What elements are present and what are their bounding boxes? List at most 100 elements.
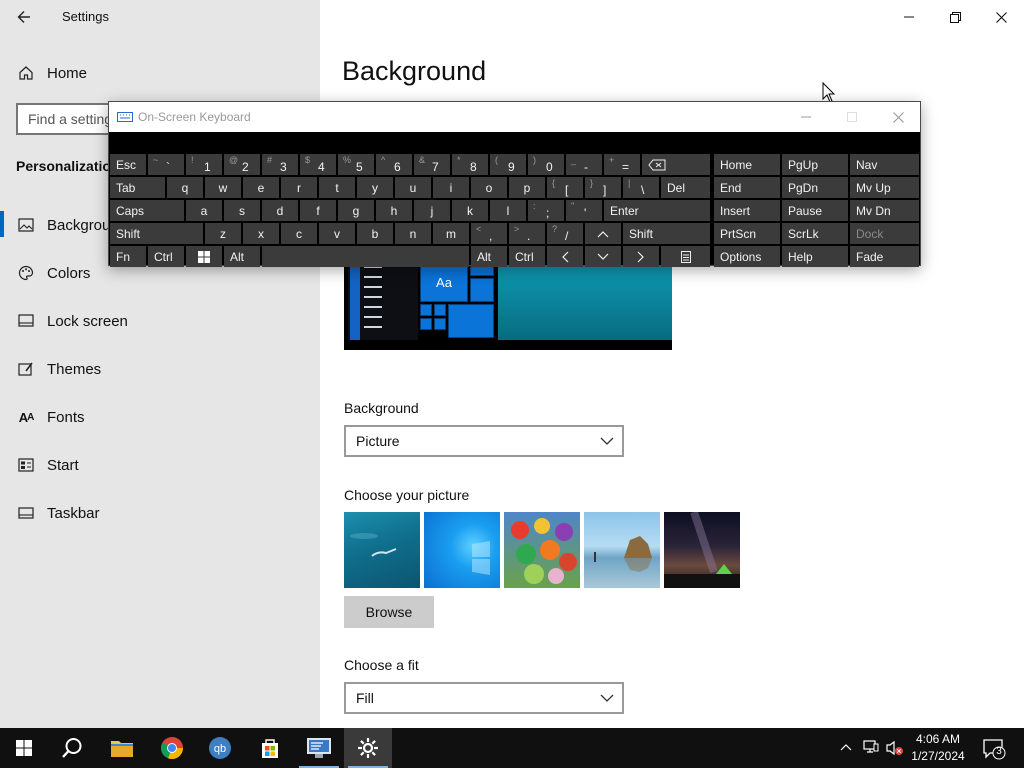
key-d[interactable]: d <box>262 200 298 221</box>
key-x[interactable]: x <box>243 223 279 244</box>
key-6[interactable]: ^ 6 <box>376 154 412 175</box>
key-menu[interactable] <box>661 246 710 267</box>
key-fade[interactable]: Fade <box>850 246 919 267</box>
picture-thumbnail-night-sky[interactable] <box>664 512 740 588</box>
chevron-up-icon[interactable] <box>840 742 852 752</box>
key-y[interactable]: y <box>357 177 393 198</box>
key-semicolon[interactable]: :; <box>528 200 564 221</box>
network-icon[interactable] <box>863 740 879 754</box>
sidebar-item-fonts[interactable]: AA Fonts <box>0 397 320 437</box>
sidebar-item-home[interactable]: Home <box>0 53 320 93</box>
key-3[interactable]: #3 <box>262 154 298 175</box>
key-m[interactable]: m <box>433 223 469 244</box>
restore-button[interactable] <box>932 2 978 32</box>
taskbar-clock[interactable]: 4:06 AM 1/27/2024 <box>906 731 970 765</box>
sidebar-item-themes[interactable]: Themes <box>0 349 320 389</box>
key-p[interactable]: p <box>509 177 545 198</box>
key-q[interactable]: q <box>167 177 203 198</box>
key-i[interactable]: i <box>433 177 469 198</box>
sidebar-item-taskbar[interactable]: Taskbar <box>0 493 320 533</box>
key-shift-right[interactable]: Shift <box>623 223 710 244</box>
taskbar-settings[interactable] <box>344 728 392 768</box>
osk-close-button[interactable] <box>875 102 921 132</box>
key-help[interactable]: Help <box>782 246 848 267</box>
key-home[interactable]: Home <box>714 154 780 175</box>
key-arrow-right[interactable] <box>623 246 659 267</box>
key-open-bracket[interactable]: {[ <box>547 177 583 198</box>
key-del[interactable]: Del <box>661 177 710 198</box>
picture-thumbnail-windows[interactable] <box>424 512 500 588</box>
key-k[interactable]: k <box>452 200 488 221</box>
background-dropdown[interactable]: Picture <box>344 425 624 457</box>
browse-button[interactable]: Browse <box>344 596 434 628</box>
picture-thumbnail-characters[interactable] <box>504 512 580 588</box>
key-g[interactable]: g <box>338 200 374 221</box>
key-alt-right[interactable]: Alt <box>471 246 507 267</box>
key-n[interactable]: n <box>395 223 431 244</box>
key-caps[interactable]: Caps <box>110 200 184 221</box>
key-pause[interactable]: Pause <box>782 200 848 221</box>
key-slash[interactable]: ? / <box>547 223 583 244</box>
key-options[interactable]: Options <box>714 246 780 267</box>
taskbar-microsoft-store[interactable] <box>246 728 294 768</box>
osk-maximize-button[interactable] <box>829 102 875 132</box>
key-minus[interactable]: _ - <box>566 154 602 175</box>
key-close-bracket[interactable]: }] <box>585 177 621 198</box>
key-enter[interactable]: Enter <box>604 200 710 221</box>
sidebar-item-lock-screen[interactable]: Lock screen <box>0 301 320 341</box>
key-s[interactable]: s <box>224 200 260 221</box>
key-arrow-left[interactable] <box>547 246 583 267</box>
start-button[interactable] <box>0 728 48 768</box>
key-t[interactable]: t <box>319 177 355 198</box>
key-9[interactable]: (9 <box>490 154 526 175</box>
close-button[interactable] <box>978 2 1024 32</box>
key-mv-up[interactable]: Mv Up <box>850 177 919 198</box>
key-z[interactable]: z <box>205 223 241 244</box>
key-scrlk[interactable]: ScrLk <box>782 223 848 244</box>
key-insert[interactable]: Insert <box>714 200 780 221</box>
action-center-button[interactable]: 3 <box>982 736 1006 760</box>
key-esc[interactable]: Esc <box>110 154 146 175</box>
key-8[interactable]: * 8 <box>452 154 488 175</box>
key-backslash[interactable]: | \ <box>623 177 659 198</box>
taskbar-file-explorer[interactable] <box>98 728 146 768</box>
key-0[interactable]: ) 0 <box>528 154 564 175</box>
key-5[interactable]: % 5 <box>338 154 374 175</box>
key-backtick[interactable]: ~ ` <box>148 154 184 175</box>
key-mv-dn[interactable]: Mv Dn <box>850 200 919 221</box>
key-l[interactable]: l <box>490 200 526 221</box>
key-equals[interactable]: + = <box>604 154 640 175</box>
key-space[interactable] <box>262 246 469 267</box>
key-nav[interactable]: Nav <box>850 154 919 175</box>
key-shift-left[interactable]: Shift <box>110 223 203 244</box>
picture-thumbnail-underwater[interactable] <box>344 512 420 588</box>
key-1[interactable]: ! 1 <box>186 154 222 175</box>
key-c[interactable]: c <box>281 223 317 244</box>
key-end[interactable]: End <box>714 177 780 198</box>
key-b[interactable]: b <box>357 223 393 244</box>
taskbar-qbittorrent[interactable]: qb <box>196 728 244 768</box>
back-button[interactable] <box>12 6 36 28</box>
key-arrow-up[interactable] <box>585 223 621 244</box>
picture-thumbnail-beach[interactable] <box>584 512 660 588</box>
taskbar-chrome[interactable] <box>148 728 196 768</box>
key-prtscn[interactable]: PrtScn <box>714 223 780 244</box>
osk-title-bar[interactable]: On-Screen Keyboard <box>109 102 920 132</box>
key-fn[interactable]: Fn <box>110 246 146 267</box>
volume-muted-icon[interactable] <box>886 740 904 756</box>
key-arrow-down[interactable] <box>585 246 621 267</box>
key-tab[interactable]: Tab <box>110 177 165 198</box>
key-o[interactable]: o <box>471 177 507 198</box>
key-e[interactable]: e <box>243 177 279 198</box>
sidebar-item-start[interactable]: Start <box>0 445 320 485</box>
key-f[interactable]: f <box>300 200 336 221</box>
key-w[interactable]: w <box>205 177 241 198</box>
key-r[interactable]: r <box>281 177 317 198</box>
key-pgup[interactable]: PgUp <box>782 154 848 175</box>
key-2[interactable]: @2 <box>224 154 260 175</box>
key-ctrl-right[interactable]: Ctrl <box>509 246 545 267</box>
key-j[interactable]: j <box>414 200 450 221</box>
key-pgdn[interactable]: PgDn <box>782 177 848 198</box>
key-u[interactable]: u <box>395 177 431 198</box>
key-alt-left[interactable]: Alt <box>224 246 260 267</box>
